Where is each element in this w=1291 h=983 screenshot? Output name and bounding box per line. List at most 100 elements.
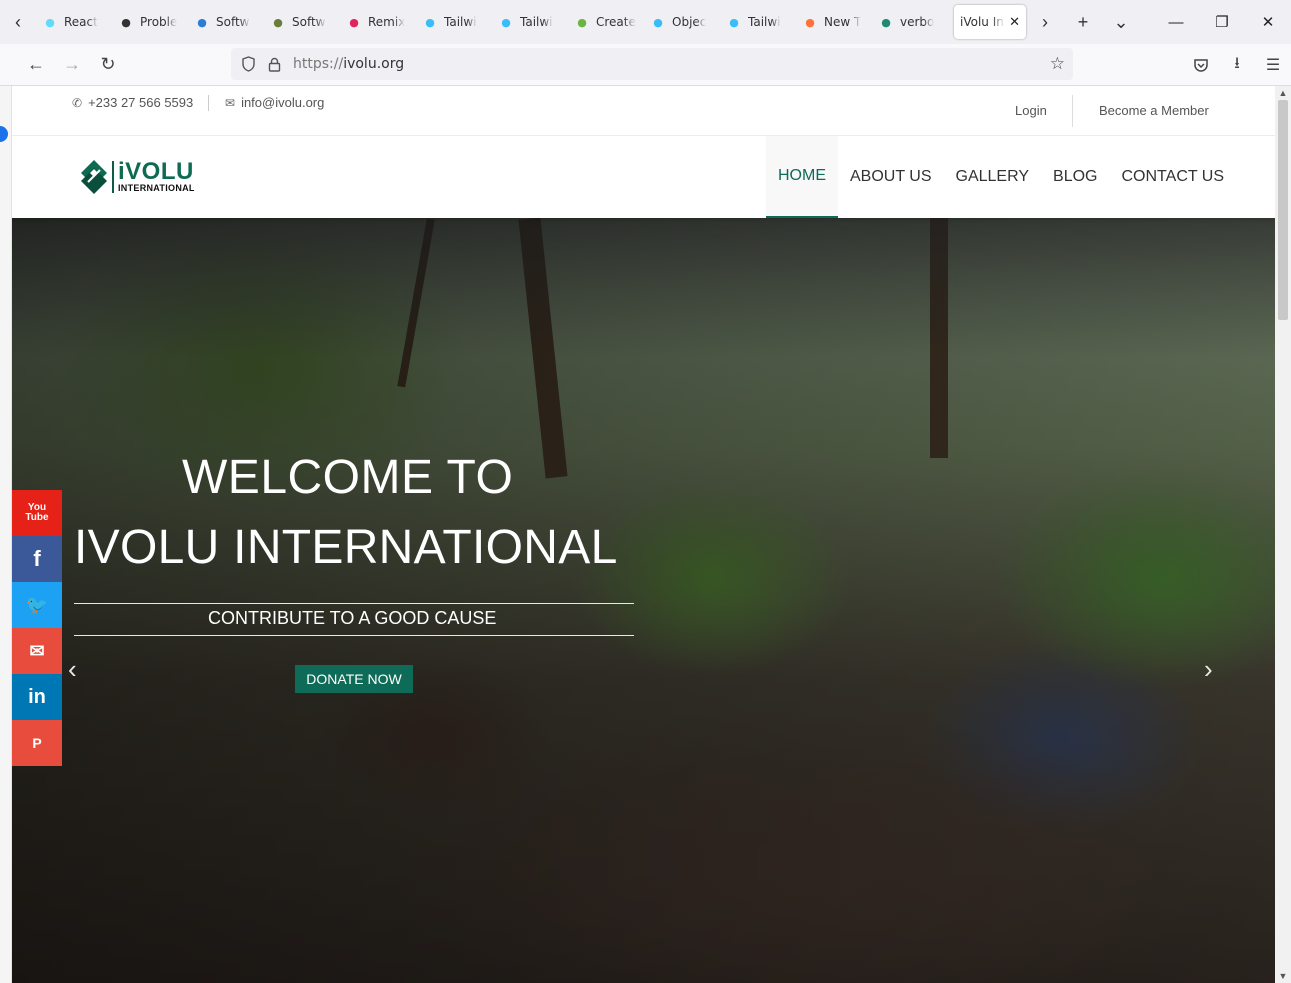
email-contact[interactable]: ✉ info@ivolu.org xyxy=(225,95,324,110)
phone-contact[interactable]: ✆ +233 27 566 5593 xyxy=(72,95,193,110)
youtube-icon[interactable]: You Tube xyxy=(12,490,62,536)
restore-icon[interactable]: ❐ xyxy=(1199,0,1245,44)
download-icon[interactable]: ⭳ xyxy=(1219,44,1255,86)
bookmark-star-icon[interactable]: ☆ xyxy=(1050,54,1065,74)
divider xyxy=(1072,95,1073,127)
scroll-down-icon[interactable]: ▼ xyxy=(1275,969,1291,983)
info-tab-icon: ● xyxy=(121,15,131,29)
back-arrow-icon[interactable]: ← xyxy=(18,47,54,83)
become-member-link[interactable]: Become a Member xyxy=(1099,103,1209,118)
pocket-icon[interactable] xyxy=(1183,44,1219,86)
top-contact-bar: ✆ +233 27 566 5593 ✉ info@ivolu.org Logi… xyxy=(12,86,1275,136)
lock-icon[interactable] xyxy=(261,57,287,72)
forward-arrow-icon[interactable]: → xyxy=(54,47,90,83)
scroll-up-icon[interactable]: ▲ xyxy=(1275,86,1291,100)
donate-now-button[interactable]: DONATE NOW xyxy=(295,665,413,693)
tab-label: New T xyxy=(824,15,862,29)
url-text[interactable]: https://ivolu.org xyxy=(293,56,404,72)
hero-title-line1: WELCOME TO xyxy=(182,451,514,504)
browser-tab[interactable]: ● Tailwi xyxy=(720,5,796,39)
tab-list-chevron-icon[interactable]: ⌄ xyxy=(1102,0,1140,44)
tailwind-tab-icon: ● xyxy=(653,15,663,29)
logo-subtitle: INTERNATIONAL xyxy=(118,183,195,193)
new-tab-icon[interactable]: + xyxy=(1064,0,1102,44)
hero-divider xyxy=(74,603,634,604)
tailwind-tab-icon: ● xyxy=(425,15,435,29)
tab-label: Softw xyxy=(216,15,250,29)
browser-tab[interactable]: ● React xyxy=(36,5,112,39)
login-link[interactable]: Login xyxy=(1015,103,1047,118)
slider-next-arrow-icon[interactable]: › xyxy=(1204,654,1213,685)
slider-prev-arrow-icon[interactable]: ‹ xyxy=(68,654,77,685)
browser-tab[interactable]: ● New T xyxy=(796,5,872,39)
tab-label: Proble xyxy=(140,15,178,29)
url-scheme: https:// xyxy=(293,56,344,72)
address-bar[interactable]: https://ivolu.org ☆ xyxy=(231,48,1073,80)
browser-tab[interactable]: ● Tailwi xyxy=(416,5,492,39)
tailwind-tab-icon: ● xyxy=(501,15,511,29)
tab-label: Remix xyxy=(368,15,406,29)
tab-label: Tailwi xyxy=(444,15,477,29)
browser-nav-bar: ← → ↻ https://ivolu.org ☆ ⭳ ☰ xyxy=(0,44,1291,86)
twitter-icon[interactable]: 🐦 xyxy=(12,582,62,628)
linkedin-icon[interactable]: in xyxy=(12,674,62,720)
browser-tab[interactable]: ● verbo xyxy=(872,5,948,39)
menu-item-about-us[interactable]: ABOUT US xyxy=(838,136,944,218)
browser-tab[interactable]: ● Tailwi xyxy=(492,5,568,39)
firefox-tab-icon: ● xyxy=(805,15,815,29)
browser-tab[interactable]: ● Softw xyxy=(188,5,264,39)
browser-tab[interactable]: ● Create xyxy=(568,5,644,39)
main-menu: HOME ABOUT US GALLERY BLOG CONTACT US xyxy=(766,136,1236,218)
tab-scroll-right-icon[interactable]: › xyxy=(1026,0,1064,44)
browser-tab-bar: ‹ ● React ● Proble ● Softw ● Softw ● Remix ● Tailwi… xyxy=(0,0,1291,44)
email-icon[interactable]: ✉ xyxy=(12,628,62,674)
tab-scroll-left-icon[interactable]: ‹ xyxy=(0,0,36,44)
browser-tab[interactable]: ● Proble xyxy=(112,5,188,39)
phone-icon: ✆ xyxy=(72,95,83,110)
web-page: ✆ +233 27 566 5593 ✉ info@ivolu.org Logi… xyxy=(12,86,1275,983)
site-logo[interactable]: iVOLU INTERNATIONAL xyxy=(80,158,195,196)
remix-tab-icon: ● xyxy=(349,15,359,29)
menu-item-blog[interactable]: BLOG xyxy=(1041,136,1109,218)
email-address: info@ivolu.org xyxy=(241,95,325,110)
tab-label: Tailwi xyxy=(748,15,781,29)
page-scrollbar[interactable]: ▲ ▼ xyxy=(1275,86,1291,983)
pinterest-icon[interactable]: P xyxy=(12,720,62,766)
menu-item-contact-us[interactable]: CONTACT US xyxy=(1110,136,1237,218)
social-share-bar: You Tube f 🐦 ✉ in P xyxy=(12,490,62,766)
bulb-tab-icon: ● xyxy=(273,15,283,29)
tab-strip: ● React ● Proble ● Softw ● Softw ● Remix ● Tailwi ● T… xyxy=(36,5,948,39)
logo-text: iVOLU INTERNATIONAL xyxy=(112,160,195,193)
tab-active[interactable]: iVolu Int ✕ xyxy=(954,5,1026,39)
shield-icon[interactable] xyxy=(235,56,261,72)
hero-divider xyxy=(74,635,634,636)
tailwind-tab-icon: ● xyxy=(729,15,739,29)
browser-tab[interactable]: ● Remix xyxy=(340,5,416,39)
tab-active-label: iVolu Int xyxy=(960,15,1006,29)
tab-label: Softw xyxy=(292,15,326,29)
tab-label: React xyxy=(64,15,98,29)
v-tab-icon: ● xyxy=(881,15,891,29)
react-tab-icon: ● xyxy=(45,15,55,29)
reload-icon[interactable]: ↻ xyxy=(90,47,126,83)
tab-label: Objec xyxy=(672,15,707,29)
hamburger-menu-icon[interactable]: ☰ xyxy=(1255,44,1291,86)
browser-tab[interactable]: ● Softw xyxy=(264,5,340,39)
blue-dot-icon xyxy=(0,126,8,142)
browser-tab[interactable]: ● Objec xyxy=(644,5,720,39)
hero-overlay xyxy=(12,218,1275,983)
close-window-icon[interactable]: ✕ xyxy=(1245,0,1291,44)
phone-number: +233 27 566 5593 xyxy=(88,95,194,110)
scrollbar-thumb[interactable] xyxy=(1278,100,1288,320)
menu-item-home[interactable]: HOME xyxy=(766,136,838,218)
left-window-sliver xyxy=(0,86,12,983)
site-header: iVOLU INTERNATIONAL HOME ABOUT US GALLERY B… xyxy=(12,136,1275,218)
facebook-icon[interactable]: f xyxy=(12,536,62,582)
minimize-icon[interactable]: — xyxy=(1153,0,1199,44)
hero-slider: WELCOME TO IVOLU INTERNATIONAL CONTRIBUT… xyxy=(12,218,1275,983)
tab-label: Tailwi xyxy=(520,15,553,29)
divider xyxy=(208,95,209,111)
tab-close-icon[interactable]: ✕ xyxy=(1009,15,1020,30)
n-tab-icon: ● xyxy=(197,15,207,29)
menu-item-gallery[interactable]: GALLERY xyxy=(944,136,1042,218)
